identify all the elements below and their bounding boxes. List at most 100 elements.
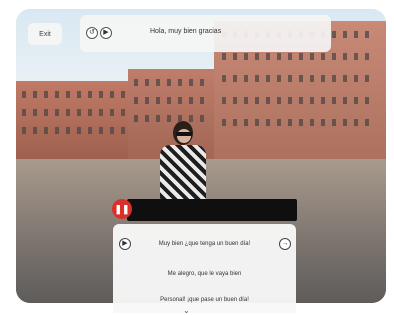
building-window [22, 91, 26, 98]
building-window [288, 53, 292, 60]
building-window [200, 115, 204, 122]
building-window [255, 53, 259, 60]
building-window [288, 97, 292, 104]
chevron-down-icon[interactable]: ⌄ [183, 306, 190, 315]
building-window [167, 97, 171, 104]
building-window [88, 91, 92, 98]
building-window [255, 75, 259, 82]
building-window [321, 53, 325, 60]
response-option[interactable]: Personal! ¡que pase un buen día! [113, 297, 296, 303]
exit-label: Exit [39, 30, 51, 38]
building-window [88, 109, 92, 116]
building-window [156, 97, 160, 104]
building-window [77, 109, 81, 116]
building-window [189, 79, 193, 86]
building-window [55, 91, 59, 98]
building-window [44, 91, 48, 98]
building-window [22, 109, 26, 116]
building-window [354, 119, 358, 126]
building-window [277, 75, 281, 82]
building-window [266, 119, 270, 126]
building-window [167, 115, 171, 122]
building-window [178, 97, 182, 104]
building-window [222, 97, 226, 104]
building-window [365, 119, 369, 126]
building-window [310, 119, 314, 126]
response-option[interactable]: Muy bien ¿que tenga un buen día! [113, 241, 296, 247]
building-window [189, 115, 193, 122]
building-window [343, 31, 347, 38]
building-window [145, 79, 149, 86]
building-window [365, 53, 369, 60]
sunglasses [176, 132, 192, 136]
building-window [134, 79, 138, 86]
building-window [277, 97, 281, 104]
building-window [121, 91, 125, 98]
building-window [365, 75, 369, 82]
building-window [110, 127, 114, 134]
building-window [310, 75, 314, 82]
building-window [121, 109, 125, 116]
building-window [200, 79, 204, 86]
building-window [343, 75, 347, 82]
building-window [299, 119, 303, 126]
building-window [233, 97, 237, 104]
building-window [321, 75, 325, 82]
building-window [178, 79, 182, 86]
building-window [55, 109, 59, 116]
building-window [354, 75, 358, 82]
building-window [277, 119, 281, 126]
building-window [365, 97, 369, 104]
play-icon[interactable]: ▶ [100, 27, 112, 39]
building-window [321, 119, 325, 126]
building-window [88, 127, 92, 134]
building-window [244, 53, 248, 60]
building-window [189, 97, 193, 104]
building-window [310, 53, 314, 60]
building-window [233, 75, 237, 82]
building-window [255, 119, 259, 126]
building-window [178, 115, 182, 122]
building-window [110, 91, 114, 98]
building-window [99, 91, 103, 98]
building-window [299, 97, 303, 104]
building-window [266, 53, 270, 60]
building-window [22, 127, 26, 134]
building-window [244, 75, 248, 82]
building-window [134, 97, 138, 104]
response-option[interactable]: Me alegro, que le vaya bien [113, 271, 296, 277]
building-window [77, 91, 81, 98]
building-window [255, 97, 259, 104]
building-window [288, 119, 292, 126]
building-window [33, 109, 37, 116]
next-arrow-icon[interactable]: → [279, 238, 291, 250]
building-window [33, 127, 37, 134]
building-window [145, 97, 149, 104]
building-window [332, 53, 336, 60]
building-window [354, 53, 358, 60]
building-window [167, 79, 171, 86]
building-window [99, 127, 103, 134]
building-window [233, 53, 237, 60]
building-window [66, 109, 70, 116]
building-window [66, 127, 70, 134]
building-window [299, 75, 303, 82]
building-window [156, 115, 160, 122]
building-window [66, 91, 70, 98]
building-window [222, 75, 226, 82]
record-button[interactable]: ❚❚ [112, 199, 132, 219]
building-window [343, 119, 347, 126]
building-window [299, 53, 303, 60]
building-window [365, 31, 369, 38]
building-window [33, 91, 37, 98]
building-window [321, 97, 325, 104]
pause-icon: ❚❚ [114, 203, 130, 214]
building-window [44, 109, 48, 116]
building-window [156, 79, 160, 86]
building-window [121, 127, 125, 134]
building-window [354, 31, 358, 38]
building-window [145, 115, 149, 122]
exit-button[interactable]: Exit [28, 23, 62, 45]
replay-icon[interactable]: ↺ [86, 27, 98, 39]
building-window [266, 97, 270, 104]
